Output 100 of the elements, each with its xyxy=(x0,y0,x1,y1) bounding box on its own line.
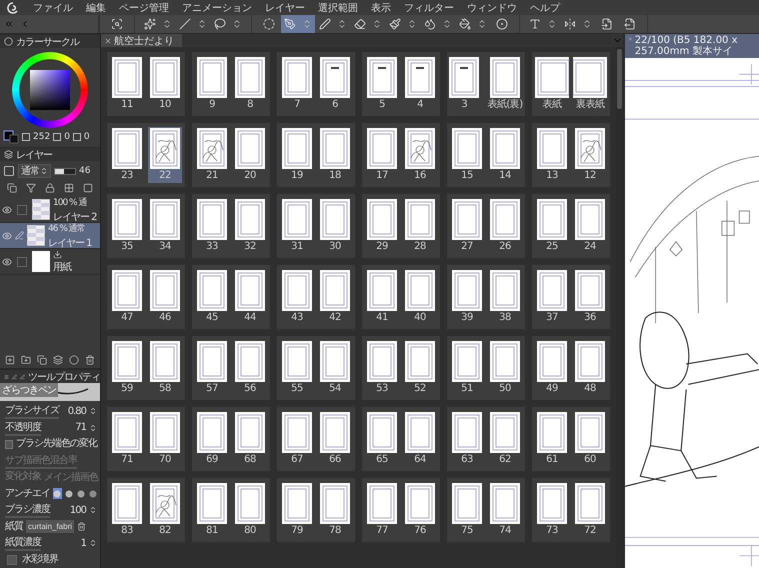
page-tile[interactable]: 25 xyxy=(535,198,569,254)
page-tile[interactable]: 14 xyxy=(488,127,522,183)
page-tile[interactable]: 59 xyxy=(110,340,144,396)
stepper-icon[interactable] xyxy=(89,539,97,548)
layer-row[interactable]: 用紙 xyxy=(0,249,100,275)
copy-icon[interactable] xyxy=(6,183,17,193)
page-tile[interactable]: 78 xyxy=(318,482,352,538)
page-tile[interactable]: 83 xyxy=(110,482,144,538)
page-tile[interactable]: 42 xyxy=(318,269,352,325)
checkbox[interactable] xyxy=(17,204,27,214)
opacity-value[interactable]: 46 xyxy=(79,166,90,176)
antialias-option[interactable] xyxy=(64,488,74,500)
property-value[interactable]: 1 xyxy=(80,538,86,549)
square-icon[interactable] xyxy=(83,183,94,193)
menu-item[interactable]: ヘルプ xyxy=(530,0,560,14)
page-tile[interactable]: 43 xyxy=(280,269,314,325)
page-tile[interactable]: 20 xyxy=(233,127,267,183)
stepper-icon[interactable] xyxy=(89,424,97,432)
page-tile[interactable]: 80 xyxy=(233,482,267,538)
page-tile[interactable]: 68 xyxy=(233,411,267,467)
page-tile[interactable]: 35 xyxy=(110,198,144,254)
document-tab[interactable]: 航空士だより xyxy=(101,34,182,47)
menu-item[interactable]: アニメーション xyxy=(182,0,252,14)
page-tile[interactable]: 54 xyxy=(318,340,352,396)
page-tile[interactable]: 9 xyxy=(195,56,229,112)
menu-item[interactable]: フィルター xyxy=(404,0,454,14)
page-tile[interactable]: 58 xyxy=(148,340,182,396)
page-tile[interactable]: 46 xyxy=(148,269,182,325)
page-tile[interactable]: 47 xyxy=(110,269,144,325)
page-tile[interactable]: 62 xyxy=(488,411,522,467)
page-tile[interactable]: 7 xyxy=(280,56,314,112)
menu-icon[interactable] xyxy=(4,372,9,380)
page-tile[interactable]: 26 xyxy=(488,198,522,254)
page-tile[interactable]: 69 xyxy=(195,411,229,467)
page-tile[interactable]: 50 xyxy=(488,340,522,396)
page-tile[interactable]: 53 xyxy=(365,340,399,396)
page-tile[interactable]: 8 xyxy=(233,56,267,112)
page-tile[interactable]: 38 xyxy=(488,269,522,325)
property-value[interactable]: 0.80 xyxy=(68,406,86,417)
menu-item[interactable]: ファイル xyxy=(33,0,73,14)
menu-item[interactable]: ページ管理 xyxy=(119,0,169,14)
page-tile[interactable]: 73 xyxy=(535,482,569,538)
page-tile[interactable]: 裏表紙 xyxy=(571,56,609,112)
grid-icon[interactable] xyxy=(64,183,74,193)
color-square[interactable] xyxy=(30,70,70,110)
layer-row[interactable]: 100 % 通 レイヤー 2 xyxy=(0,197,100,223)
page-tile[interactable]: 49 xyxy=(535,340,569,396)
stepper-icon[interactable] xyxy=(89,407,97,416)
page-tile[interactable]: 55 xyxy=(280,340,314,396)
page-tile[interactable]: 82 xyxy=(148,482,182,538)
page-tile[interactable]: 19 xyxy=(280,127,314,183)
page-tile[interactable]: 17 xyxy=(365,127,399,183)
texture-field[interactable]: curtain_fabri xyxy=(26,520,74,534)
page-tile[interactable]: 16 xyxy=(403,127,437,183)
antialias-option[interactable] xyxy=(53,488,62,500)
page-tile[interactable]: 15 xyxy=(450,127,484,183)
page-tile[interactable]: 65 xyxy=(365,411,399,467)
page-tile[interactable]: 61 xyxy=(535,411,569,467)
page-tile[interactable]: 51 xyxy=(450,340,484,396)
color-swatch-icon[interactable] xyxy=(3,130,19,144)
page-tile[interactable]: 10 xyxy=(148,56,182,112)
page-tile[interactable]: 13 xyxy=(535,127,569,183)
page-tile[interactable]: 18 xyxy=(318,127,352,183)
trash-icon[interactable] xyxy=(77,522,86,532)
page-tile[interactable]: 3 xyxy=(447,56,482,112)
opacity-slider[interactable] xyxy=(54,168,76,174)
pen-icon[interactable] xyxy=(12,372,17,380)
page-tile[interactable]: 31 xyxy=(280,198,314,254)
page-tile[interactable]: 57 xyxy=(195,340,229,396)
page-tile[interactable]: 66 xyxy=(318,411,352,467)
eye-icon[interactable] xyxy=(2,204,12,214)
page-tile[interactable]: 34 xyxy=(148,198,182,254)
page-tile[interactable]: 44 xyxy=(233,269,267,325)
page-tile[interactable]: 表紙(裏) xyxy=(485,56,525,112)
blend-mode-select[interactable]: 通常 xyxy=(18,164,51,178)
page-tile[interactable]: 70 xyxy=(148,411,182,467)
page-tile[interactable]: 41 xyxy=(365,269,399,325)
antialias-option[interactable] xyxy=(76,488,86,500)
page-tile[interactable]: 23 xyxy=(110,127,144,183)
circle-icon[interactable] xyxy=(69,355,79,365)
square-icon[interactable] xyxy=(3,165,15,177)
page-tile[interactable]: 79 xyxy=(280,482,314,538)
menu-item[interactable]: 選択範囲 xyxy=(318,0,358,14)
lock-icon[interactable] xyxy=(44,183,55,193)
page-tile[interactable]: 67 xyxy=(280,411,314,467)
page-tile[interactable]: 39 xyxy=(450,269,484,325)
menu-item[interactable]: ウィンドウ xyxy=(467,0,517,14)
copy-icon[interactable] xyxy=(37,355,47,365)
scrollbar-thumb[interactable] xyxy=(617,49,622,109)
page-tile[interactable]: 37 xyxy=(535,269,569,325)
page-tile[interactable]: 6 xyxy=(318,56,352,112)
page-tile[interactable]: 27 xyxy=(450,198,484,254)
page-tile[interactable]: 76 xyxy=(403,482,437,538)
menu-item[interactable]: 表示 xyxy=(371,0,391,14)
page-tile[interactable]: 4 xyxy=(403,56,437,112)
layers-icon[interactable] xyxy=(53,355,63,365)
page-tile[interactable]: 22 xyxy=(148,127,182,183)
tool-button[interactable] xyxy=(281,15,315,33)
page-tile[interactable]: 28 xyxy=(403,198,437,254)
page-tile[interactable]: 29 xyxy=(365,198,399,254)
